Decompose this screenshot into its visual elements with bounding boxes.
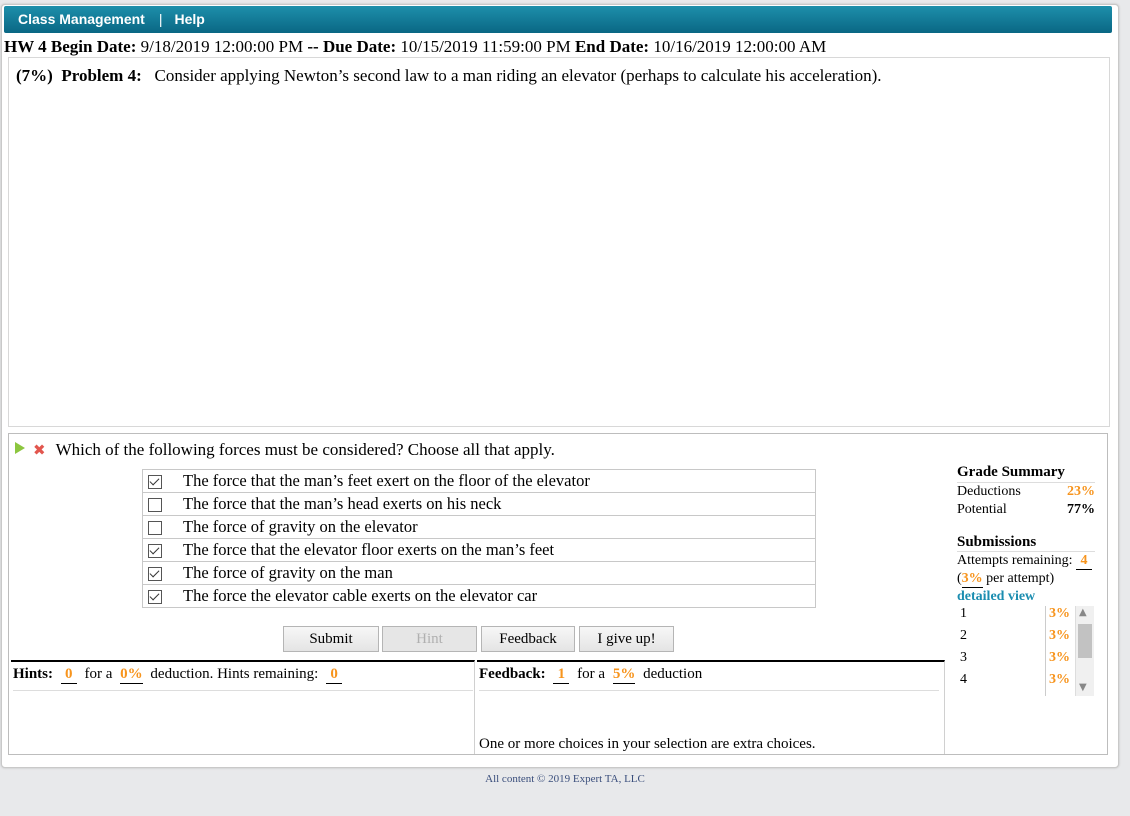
deductions-value: 23% [1067, 484, 1095, 499]
divider [479, 690, 939, 691]
dash: -- [307, 37, 319, 56]
feedback-panel: Feedback: 1 for a 5% deduction One or mo… [477, 660, 945, 754]
detailed-view-link[interactable]: detailed view [957, 589, 1035, 604]
begin-date-label: Begin Date: [50, 37, 137, 56]
deductions-label: Deductions [957, 484, 1021, 499]
submission-row[interactable]: 4 3% [957, 672, 1070, 694]
choice-checkbox[interactable] [148, 567, 162, 582]
submission-deduction: 3% [1049, 672, 1070, 687]
feedback-deduction-text: deduction [643, 666, 703, 682]
due-date-label: Due Date: [322, 37, 397, 56]
scrollbar[interactable]: ▲ ▼ [1075, 606, 1094, 696]
feedback-message: One or more choices in your selection ar… [479, 736, 816, 752]
choice-checkbox[interactable] [148, 521, 162, 536]
due-date: 10/15/2019 11:59:00 PM [400, 37, 571, 56]
hint-button[interactable]: Hint [382, 626, 477, 652]
choice-row[interactable]: The force of gravity on the man [142, 561, 816, 585]
menu-separator: | [158, 11, 163, 27]
problem-panel: (7%) Problem 4: Consider applying Newton… [8, 57, 1110, 427]
hints-remaining: 0 [326, 666, 343, 684]
submission-number: 2 [960, 628, 967, 643]
choices-table: The force that the man’s feet exert on t… [142, 469, 816, 608]
choice-checkbox[interactable] [148, 475, 162, 490]
choice-checkbox[interactable] [148, 498, 162, 513]
hints-for-a: for a [84, 666, 113, 682]
class-management-menu[interactable]: Class Management [18, 11, 145, 27]
choice-checkbox-cell[interactable] [142, 515, 167, 539]
scroll-thumb[interactable] [1078, 624, 1092, 658]
choice-row[interactable]: The force that the elevator floor exerts… [142, 538, 816, 562]
hints-label: Hints: [13, 666, 54, 682]
submission-number: 1 [960, 606, 967, 621]
choice-label[interactable]: The force that the elevator floor exerts… [167, 538, 816, 562]
choice-checkbox-cell[interactable] [142, 469, 167, 493]
grade-summary: Grade Summary Deductions 23% Potential 77% [957, 464, 1095, 519]
choice-checkbox-cell[interactable] [142, 538, 167, 562]
problem-number: Problem 4: [61, 66, 142, 85]
play-icon[interactable] [15, 442, 25, 454]
choice-label[interactable]: The force of gravity on the elevator [167, 515, 816, 539]
hints-panel: Hints: 0 for a 0% deduction. Hints remai… [11, 660, 475, 754]
hints-deduction-pct: 0% [120, 666, 143, 684]
hints-count: 0 [60, 666, 77, 684]
submissions-panel: Submissions Attempts remaining: 4 (3% pe… [957, 534, 1095, 605]
submission-number: 3 [960, 650, 967, 665]
assignment-dates: HW 4 Begin Date: 9/18/2019 12:00:00 PM -… [4, 37, 826, 57]
feedback-for-a: for a [577, 666, 606, 682]
grade-summary-title: Grade Summary [957, 464, 1095, 483]
choice-checkbox[interactable] [148, 590, 162, 605]
divider [13, 690, 473, 691]
submission-deduction: 3% [1049, 606, 1070, 621]
submission-deduction: 3% [1049, 650, 1070, 665]
choice-checkbox-cell[interactable] [142, 584, 167, 608]
submit-button[interactable]: Submit [283, 626, 379, 652]
choice-checkbox-cell[interactable] [142, 492, 167, 516]
choice-checkbox[interactable] [148, 544, 162, 559]
scroll-up-icon[interactable]: ▲ [1079, 607, 1087, 618]
choice-label[interactable]: The force the elevator cable exerts on t… [167, 584, 816, 608]
feedback-deduction-pct: 5% [612, 666, 636, 684]
per-attempt-pct: 3% [961, 571, 983, 588]
attempts-label: Attempts remaining: [957, 553, 1073, 568]
submission-deduction: 3% [1049, 628, 1070, 643]
submission-row[interactable]: 3 3% [957, 650, 1070, 672]
x-icon: ✖ [33, 441, 46, 459]
choice-row[interactable]: The force that the man’s feet exert on t… [142, 469, 816, 493]
hw-title: HW 4 [4, 37, 47, 56]
submission-row[interactable]: 2 3% [957, 628, 1070, 650]
end-date: 10/16/2019 12:00:00 AM [653, 37, 827, 56]
problem-weight: (7%) [16, 66, 53, 85]
end-date-label: End Date: [574, 37, 650, 56]
choice-checkbox-cell[interactable] [142, 561, 167, 585]
choice-label[interactable]: The force that the man’s feet exert on t… [167, 469, 816, 493]
feedback-count: 1 [553, 666, 570, 684]
attempts-remaining: 4 [1075, 552, 1092, 570]
hints-deduction-text: deduction. Hints remaining: [150, 666, 319, 682]
choice-row[interactable]: The force the elevator cable exerts on t… [142, 584, 816, 608]
feedback-button[interactable]: Feedback [481, 626, 575, 652]
give-up-button[interactable]: I give up! [579, 626, 674, 652]
submissions-title: Submissions [957, 534, 1095, 552]
top-nav-bar: Class Management | Help [4, 6, 1112, 33]
divider [1045, 606, 1046, 696]
question-panel: ✖ Which of the following forces must be c… [8, 433, 1108, 755]
submissions-list[interactable]: 1 3% 2 3% 3 3% 4 3% ▲ ▼ [957, 606, 1095, 696]
feedback-label: Feedback: [479, 666, 546, 682]
submission-row[interactable]: 1 3% [957, 606, 1070, 628]
per-attempt-text: per attempt) [986, 571, 1055, 586]
footer: All content © 2019 Expert TA, LLC [485, 773, 645, 785]
potential-label: Potential [957, 502, 1007, 517]
choice-row[interactable]: The force that the man’s head exerts on … [142, 492, 816, 516]
choice-label[interactable]: The force of gravity on the man [167, 561, 816, 585]
choice-row[interactable]: The force of gravity on the elevator [142, 515, 816, 539]
scroll-down-icon[interactable]: ▼ [1079, 682, 1087, 693]
submission-number: 4 [960, 672, 967, 687]
begin-date: 9/18/2019 12:00:00 PM [140, 37, 304, 56]
problem-statement: Consider applying Newton’s second law to… [154, 66, 882, 85]
help-menu[interactable]: Help [174, 11, 204, 27]
question-prompt: Which of the following forces must be co… [55, 440, 555, 459]
potential-value: 77% [1067, 502, 1095, 517]
choice-label[interactable]: The force that the man’s head exerts on … [167, 492, 816, 516]
